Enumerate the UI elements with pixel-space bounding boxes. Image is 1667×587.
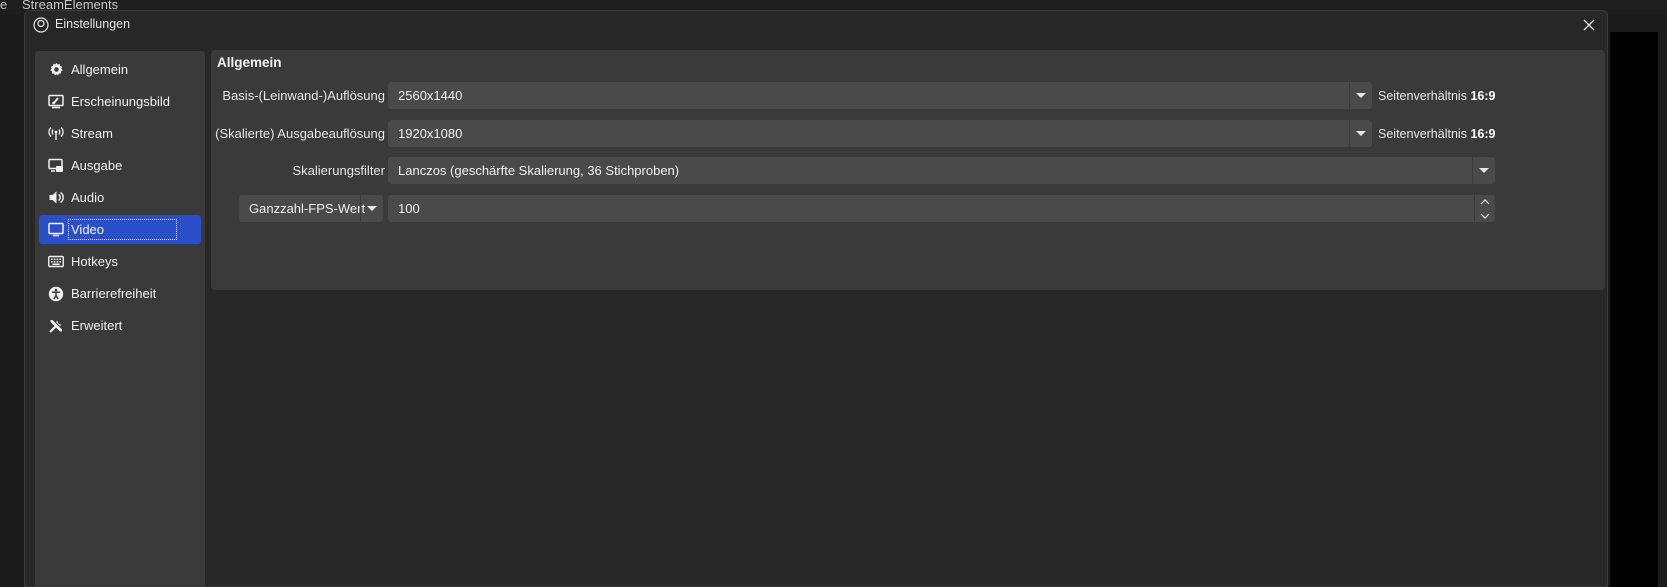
fps-value: 100 [398, 201, 420, 216]
close-button[interactable] [1575, 13, 1603, 37]
dropdown-arrow[interactable] [360, 195, 383, 222]
scale-filter-value: Lanczos (geschärfte Skalierung, 36 Stich… [398, 163, 680, 178]
sidebar-item-label: Barrierefreiheit [71, 286, 157, 301]
obs-logo-icon [33, 17, 49, 33]
sidebar-item-label: Ausgabe [71, 158, 123, 173]
video-settings-group: Allgemein Basis-(Leinwand-)Auflösung 256… [211, 50, 1605, 290]
chevron-down-icon [1479, 168, 1489, 173]
base-resolution-value: 2560x1440 [398, 88, 463, 103]
output-resolution-combo[interactable]: 1920x1080 [388, 120, 1372, 147]
accessibility-icon [47, 285, 65, 303]
chevron-down-icon [1356, 131, 1366, 136]
output-aspect-ratio: Seitenverhältnis 16:9 [1378, 127, 1495, 141]
sidebar-item-video[interactable]: Video [39, 215, 201, 244]
sidebar-item-label: Allgemein [71, 62, 129, 77]
sidebar-item-label: Audio [71, 190, 105, 205]
sidebar-item-barrierefreiheit[interactable]: Barrierefreiheit [39, 279, 201, 308]
sidebar-item-erscheinungsbild[interactable]: Erscheinungsbild [39, 87, 201, 116]
close-icon [1583, 19, 1595, 31]
group-title: Allgemein [217, 55, 282, 70]
sidebar-item-erweitert[interactable]: Erweitert [39, 311, 201, 340]
decrement-button[interactable] [1475, 209, 1495, 222]
output-resolution-label: (Skalierte) Ausgabeauflösung [215, 126, 385, 141]
output-resolution-value: 1920x1080 [398, 126, 463, 141]
base-resolution-label: Basis-(Leinwand-)Auflösung [222, 88, 385, 103]
scale-filter-combo[interactable]: Lanczos (geschärfte Skalierung, 36 Stich… [388, 157, 1495, 184]
dropdown-arrow[interactable] [1349, 82, 1372, 109]
sidebar-item-audio[interactable]: Audio [39, 183, 201, 212]
sidebar-item-ausgabe[interactable]: Ausgabe [39, 151, 201, 180]
aspect-value: 16:9 [1470, 89, 1496, 103]
gear-icon [47, 61, 65, 79]
chevron-down-icon [1480, 213, 1490, 219]
menu-item-partial[interactable]: e [0, 0, 7, 12]
fps-type-value: Ganzzahl-FPS-Wert [249, 201, 366, 216]
sidebar-item-allgemein[interactable]: Allgemein [39, 55, 201, 84]
chevron-down-icon [1356, 93, 1366, 98]
settings-dialog: Einstellungen Allgemein Erscheinungsbild… [24, 10, 1608, 587]
sidebar-item-label: Hotkeys [71, 254, 118, 269]
dropdown-arrow[interactable] [1349, 120, 1372, 147]
dialog-title: Einstellungen [55, 17, 131, 31]
dropdown-arrow[interactable] [1472, 157, 1495, 184]
base-resolution-combo[interactable]: 2560x1440 [388, 82, 1372, 109]
aspect-label: Seitenverhältnis [1378, 89, 1467, 103]
spin-buttons [1474, 195, 1495, 222]
appearance-icon [47, 93, 65, 111]
title-bar: Einstellungen [25, 11, 1607, 39]
keyboard-icon [47, 253, 65, 271]
aspect-value: 16:9 [1470, 127, 1496, 141]
output-icon [47, 157, 65, 175]
sidebar-item-label: Video [67, 219, 178, 240]
sidebar-item-label: Erscheinungsbild [71, 94, 171, 109]
speaker-icon [47, 189, 65, 207]
fps-type-combo[interactable]: Ganzzahl-FPS-Wert [239, 195, 383, 222]
base-aspect-ratio: Seitenverhältnis 16:9 [1378, 89, 1495, 103]
aspect-label: Seitenverhältnis [1378, 127, 1467, 141]
sidebar-item-hotkeys[interactable]: Hotkeys [39, 247, 201, 276]
fps-spinbox[interactable]: 100 [388, 195, 1495, 222]
increment-button[interactable] [1475, 195, 1495, 208]
settings-sidebar: Allgemein Erscheinungsbild Stream Ausgab… [35, 51, 205, 586]
monitor-icon [47, 221, 65, 239]
sidebar-item-label: Erweitert [71, 318, 123, 333]
tools-icon [47, 317, 65, 335]
sidebar-item-label: Stream [71, 126, 113, 141]
chevron-down-icon [367, 206, 377, 211]
sidebar-item-stream[interactable]: Stream [39, 119, 201, 148]
scale-filter-label: Skalierungsfilter [292, 163, 386, 178]
broadcast-icon [47, 125, 65, 143]
chevron-up-icon [1480, 198, 1490, 204]
background-preview-panel [1610, 32, 1658, 587]
